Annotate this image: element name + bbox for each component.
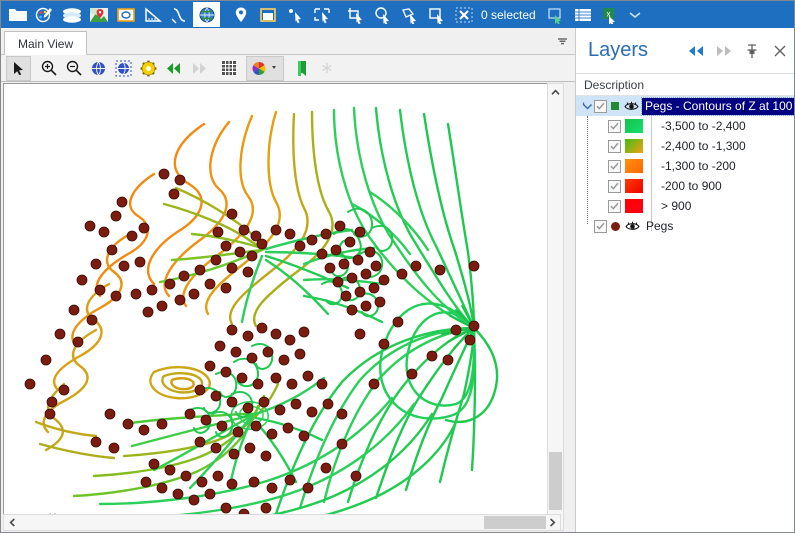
pin-panel-button[interactable] — [738, 37, 766, 65]
navigate-forward-button[interactable] — [710, 37, 738, 65]
bookmark-tool[interactable] — [289, 56, 314, 81]
step-forward-tool[interactable] — [186, 56, 211, 81]
tab-main-view[interactable]: Main View — [4, 31, 88, 55]
navigate-back-button[interactable] — [682, 37, 710, 65]
location-pin-icon[interactable] — [227, 2, 254, 27]
annotation-tool[interactable] — [314, 56, 339, 81]
zoom-out-tool[interactable] — [61, 56, 86, 81]
layer-label-pegs: Pegs — [646, 219, 674, 233]
map-canvas[interactable]: y x z 1km — [3, 83, 563, 531]
select-polygon-icon[interactable] — [396, 2, 423, 27]
open-folder-icon[interactable] — [4, 2, 31, 27]
class-checkbox[interactable] — [608, 139, 621, 153]
class-label: > 900 — [661, 199, 692, 213]
survey-path-icon[interactable] — [166, 2, 193, 27]
scroll-right-arrow[interactable] — [544, 515, 560, 530]
layer-swatch-pegs — [611, 221, 620, 231]
layer-row-pegs[interactable]: Pegs — [576, 216, 794, 236]
zoom-selection-tool[interactable] — [111, 56, 136, 81]
class-checkbox[interactable] — [608, 159, 621, 173]
step-back-tool[interactable] — [161, 56, 186, 81]
class-checkbox[interactable] — [608, 119, 621, 133]
select-point-icon[interactable] — [281, 2, 308, 27]
view-tabstrip: Main View — [1, 28, 577, 55]
layer-swatch-contours — [611, 102, 619, 110]
globe-icon[interactable] — [193, 2, 220, 27]
tab-dropdown-icon[interactable] — [552, 28, 572, 54]
class-colour-swatch — [625, 179, 643, 193]
excel-export-icon[interactable]: x — [597, 2, 624, 27]
canvas-horizontal-scrollbar[interactable] — [3, 514, 561, 531]
zoom-extents-tool[interactable] — [86, 56, 111, 81]
layer-checkbox-contours[interactable] — [594, 99, 607, 113]
layer-label-contours: Pegs - Contours of Z at 100 — [640, 96, 794, 116]
class-colour-swatch — [625, 199, 643, 213]
layers-panel-title: Layers — [588, 39, 649, 61]
layer-class-row[interactable]: -3,500 to -2,400 — [576, 116, 794, 136]
layer-class-row[interactable]: -1,300 to -200 — [576, 156, 794, 176]
layer-row-contours-root[interactable]: Pegs - Contours of Z at 100 — [576, 96, 794, 116]
table-report-icon[interactable] — [570, 2, 597, 27]
layers-panel: Layers Description Pegs - Contours of Z … — [575, 28, 794, 532]
scroll-up-arrow[interactable] — [548, 84, 563, 100]
class-label: -1,300 to -200 — [661, 159, 736, 173]
layer-class-row[interactable]: -2,400 to -1,300 — [576, 136, 794, 156]
map-pin-icon[interactable] — [85, 2, 112, 27]
select-crop-icon[interactable] — [342, 2, 369, 27]
layers-panel-header: Layers — [576, 28, 794, 74]
class-label: -3,500 to -2,400 — [661, 119, 746, 133]
selection-status: 0 selected — [481, 7, 536, 22]
tab-main-view-label: Main View — [18, 36, 74, 51]
plan-frame-icon[interactable] — [254, 2, 281, 27]
colour-legend-tool[interactable] — [246, 55, 284, 81]
block-model-icon[interactable] — [112, 2, 139, 27]
select-box-icon[interactable] — [423, 2, 450, 27]
view-settings-tool[interactable] — [136, 56, 161, 81]
class-label: -2,400 to -1,300 — [661, 139, 746, 153]
toolbar-overflow-caret-icon[interactable] — [624, 2, 646, 27]
layers-stack-icon[interactable] — [58, 2, 85, 27]
grid-tool[interactable] — [216, 56, 241, 81]
layers-column-header: Description — [576, 74, 794, 96]
clear-selection-icon[interactable] — [450, 2, 477, 27]
copy-view-icon[interactable] — [543, 2, 570, 27]
class-colour-swatch — [625, 139, 643, 153]
layer-class-row[interactable]: > 900 — [576, 196, 794, 216]
view-toolbar — [1, 55, 577, 82]
application-window: 0 selected x Main View Layers Descriptio… — [0, 0, 795, 533]
layers-tree: Pegs - Contours of Z at 100 -3,500 to -2… — [576, 96, 794, 236]
select-rect-icon[interactable] — [308, 2, 335, 27]
main-toolbar: 0 selected x — [1, 1, 794, 28]
class-label: -200 to 900 — [661, 179, 722, 193]
drafting-triangle-icon[interactable] — [139, 2, 166, 27]
select-circle-icon[interactable] — [369, 2, 396, 27]
visibility-eye-icon-contours[interactable] — [623, 99, 639, 113]
layer-checkbox-pegs[interactable] — [594, 219, 607, 233]
class-checkbox[interactable] — [608, 179, 621, 193]
class-colour-swatch — [625, 159, 643, 173]
horizontal-scroll-thumb[interactable] — [484, 516, 546, 529]
design-palette-icon[interactable] — [31, 2, 58, 27]
pointer-tool[interactable] — [6, 55, 31, 81]
layer-class-row[interactable]: -200 to 900 — [576, 176, 794, 196]
visibility-eye-icon-pegs[interactable] — [624, 219, 640, 233]
vertical-scroll-thumb[interactable] — [549, 452, 562, 510]
layers-column-header-label: Description — [584, 77, 645, 92]
close-panel-button[interactable] — [766, 37, 794, 65]
class-checkbox[interactable] — [608, 199, 621, 213]
main-view-area: Main View — [1, 28, 577, 532]
class-colour-swatch — [625, 119, 643, 133]
zoom-in-tool[interactable] — [36, 56, 61, 81]
canvas-vertical-scrollbar[interactable] — [547, 83, 564, 531]
expand-collapse-icon[interactable] — [580, 96, 594, 116]
scroll-left-arrow[interactable] — [4, 515, 20, 530]
